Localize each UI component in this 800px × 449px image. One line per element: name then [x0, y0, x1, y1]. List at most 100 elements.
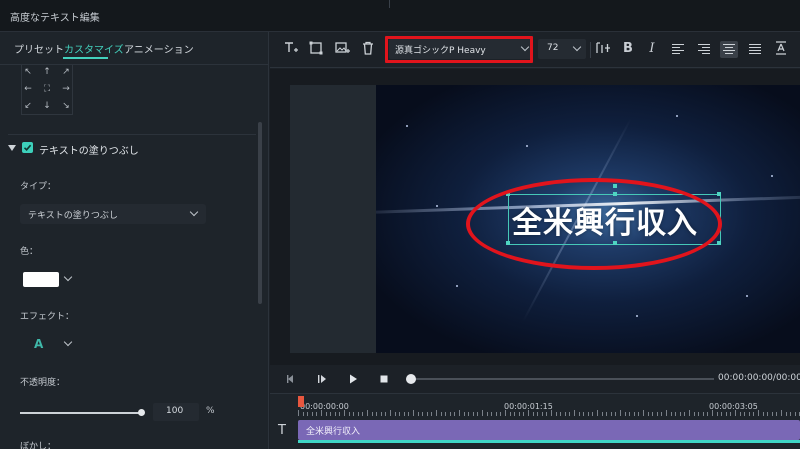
- arrow-right-icon[interactable]: →: [60, 83, 72, 95]
- color-picker[interactable]: [20, 270, 76, 290]
- ruler-tick: [707, 412, 709, 416]
- ruler-tick: [679, 412, 681, 416]
- ruler-tick: [725, 412, 727, 416]
- ruler-tick: [592, 412, 594, 416]
- ruler-tick: [316, 412, 318, 416]
- align-right-icon[interactable]: [695, 41, 713, 58]
- ruler-tick: [413, 410, 414, 416]
- bold-button[interactable]: B: [619, 40, 637, 58]
- effect-picker[interactable]: A: [20, 335, 76, 355]
- ruler-tick: [330, 412, 332, 416]
- ruler-tick: [380, 412, 382, 416]
- arrow-up-left-icon[interactable]: ↖: [22, 66, 34, 78]
- ruler-tick: [477, 412, 479, 416]
- add-image-icon[interactable]: [333, 40, 351, 58]
- text-spacing-icon[interactable]: [594, 40, 612, 58]
- progress-track[interactable]: [411, 378, 714, 380]
- arrow-left-icon[interactable]: ←: [22, 83, 34, 95]
- playhead-marker[interactable]: [298, 396, 304, 407]
- fill-enabled-checkbox[interactable]: [22, 142, 33, 153]
- ruler-tick: [794, 412, 796, 416]
- ruler-tick: [721, 412, 723, 416]
- opacity-value: 100: [166, 406, 184, 416]
- align-center-icon[interactable]: [720, 41, 738, 58]
- color-label: 色：: [20, 247, 39, 257]
- text-clip[interactable]: 全米興行収入: [298, 420, 800, 440]
- ruler-tick: [298, 410, 299, 416]
- ruler-tick: [454, 412, 456, 416]
- ruler-tick: [633, 412, 635, 416]
- ruler-tick: [523, 412, 525, 416]
- arrow-down-icon[interactable]: ↓: [41, 100, 53, 112]
- prev-frame-icon[interactable]: [284, 372, 298, 386]
- ruler-tick: [647, 412, 649, 416]
- next-frame-icon[interactable]: [315, 372, 329, 386]
- video-frame[interactable]: 全米興行収入: [376, 85, 800, 353]
- center-icon[interactable]: ⛶: [41, 83, 53, 95]
- playback-controls: 00:00:00:00/00:00:0: [270, 365, 800, 393]
- ruler-tick: [436, 410, 437, 416]
- stop-icon[interactable]: [377, 372, 391, 386]
- ruler-tick: [495, 412, 497, 416]
- italic-button[interactable]: I: [643, 40, 661, 58]
- ruler-tick: [509, 412, 511, 416]
- resize-handle[interactable]: [717, 241, 721, 245]
- align-justify-icon[interactable]: [746, 41, 764, 58]
- ruler-tick: [610, 412, 612, 416]
- ruler-tick: [739, 412, 741, 416]
- window-title: 高度なテキスト編集: [10, 13, 100, 24]
- ruler-tick: [560, 412, 562, 416]
- opacity-slider[interactable]: [20, 408, 145, 418]
- chevron-down-icon: [63, 337, 73, 347]
- arrow-down-left-icon[interactable]: ↙: [22, 100, 34, 112]
- toolbar-divider: [590, 42, 591, 58]
- font-size-value: 72: [547, 43, 559, 53]
- ruler-tick: [638, 412, 640, 416]
- font-size-select[interactable]: 72: [538, 39, 586, 59]
- ruler-tick: [546, 412, 548, 416]
- checkmark-icon: [23, 144, 32, 151]
- tab-customize[interactable]: カスタマイズ: [64, 41, 124, 56]
- ruler-tick: [348, 412, 350, 416]
- ruler-tick: [551, 410, 552, 416]
- panel-scrollbar[interactable]: [258, 122, 262, 304]
- arrow-up-icon[interactable]: ↑: [41, 66, 53, 78]
- chevron-down-icon: [572, 42, 582, 52]
- collapse-triangle-icon[interactable]: [8, 145, 16, 151]
- ruler-tick: [537, 412, 539, 416]
- ruler-tick: [574, 410, 575, 416]
- ruler-tick: [445, 412, 447, 416]
- ruler-tick: [518, 412, 520, 416]
- fill-type-value: テキストの塗りつぶし: [28, 211, 118, 221]
- ruler-tick: [781, 410, 782, 416]
- ruler-tick: [367, 410, 368, 416]
- opacity-input[interactable]: 100: [153, 403, 199, 421]
- chevron-down-icon: [189, 207, 199, 217]
- fill-type-select[interactable]: テキストの塗りつぶし: [20, 204, 206, 224]
- clip-track-bar: [298, 440, 800, 443]
- vertical-align-icon[interactable]: [772, 40, 790, 58]
- resize-handle[interactable]: [717, 192, 721, 196]
- arrow-up-right-icon[interactable]: ↗: [60, 66, 72, 78]
- delete-trash-icon[interactable]: [359, 40, 377, 58]
- chevron-down-icon: [63, 272, 73, 282]
- title-bar: 高度なテキスト編集: [0, 0, 800, 32]
- tab-animation[interactable]: アニメーション: [124, 41, 194, 56]
- ruler-tick: [767, 412, 769, 416]
- ruler-tick: [482, 410, 483, 416]
- slider-knob[interactable]: [138, 409, 145, 416]
- add-text-icon[interactable]: [282, 40, 300, 58]
- arrow-down-right-icon[interactable]: ↘: [60, 100, 72, 112]
- progress-knob[interactable]: [406, 374, 416, 384]
- preview-canvas: 全米興行収入: [290, 85, 800, 353]
- align-left-icon[interactable]: [669, 41, 687, 58]
- crop-frame-icon[interactable]: [307, 40, 325, 58]
- time-ruler[interactable]: 00:00:00:00 00:00:01:15 00:00:03:05: [298, 394, 800, 416]
- ruler-tick: [532, 412, 534, 416]
- ruler-tick: [459, 410, 460, 416]
- ruler-tick: [689, 410, 690, 416]
- play-icon[interactable]: [346, 372, 360, 386]
- ruler-tick: [606, 412, 608, 416]
- ruler-tick: [376, 412, 378, 416]
- tab-presets[interactable]: プリセット: [14, 41, 64, 56]
